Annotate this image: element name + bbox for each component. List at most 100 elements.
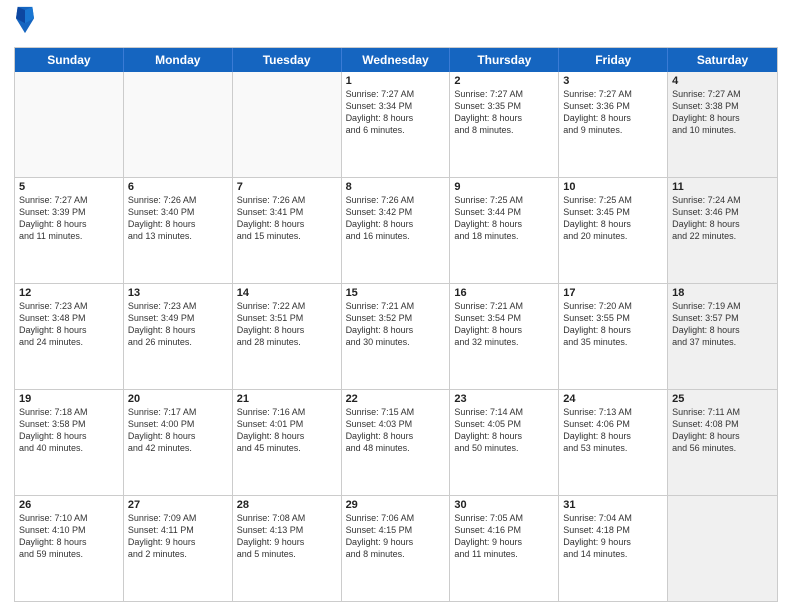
cal-cell-15: 15Sunrise: 7:21 AM Sunset: 3:52 PM Dayli… — [342, 284, 451, 389]
cal-cell-empty — [15, 72, 124, 177]
day-number: 18 — [672, 287, 773, 299]
day-info: Sunrise: 7:26 AM Sunset: 3:40 PM Dayligh… — [128, 194, 228, 243]
calendar-row-4: 26Sunrise: 7:10 AM Sunset: 4:10 PM Dayli… — [15, 496, 777, 601]
day-info: Sunrise: 7:20 AM Sunset: 3:55 PM Dayligh… — [563, 300, 663, 349]
day-number: 1 — [346, 75, 446, 87]
day-number: 22 — [346, 393, 446, 405]
day-info: Sunrise: 7:19 AM Sunset: 3:57 PM Dayligh… — [672, 300, 773, 349]
header-cell-sunday: Sunday — [15, 48, 124, 72]
header-cell-wednesday: Wednesday — [342, 48, 451, 72]
day-number: 12 — [19, 287, 119, 299]
day-info: Sunrise: 7:14 AM Sunset: 4:05 PM Dayligh… — [454, 406, 554, 455]
logo-icon — [16, 6, 34, 34]
day-info: Sunrise: 7:21 AM Sunset: 3:52 PM Dayligh… — [346, 300, 446, 349]
day-info: Sunrise: 7:24 AM Sunset: 3:46 PM Dayligh… — [672, 194, 773, 243]
cal-cell-31: 31Sunrise: 7:04 AM Sunset: 4:18 PM Dayli… — [559, 496, 668, 601]
calendar-header-row: SundayMondayTuesdayWednesdayThursdayFrid… — [15, 48, 777, 72]
cal-cell-30: 30Sunrise: 7:05 AM Sunset: 4:16 PM Dayli… — [450, 496, 559, 601]
day-info: Sunrise: 7:23 AM Sunset: 3:49 PM Dayligh… — [128, 300, 228, 349]
cal-cell-26: 26Sunrise: 7:10 AM Sunset: 4:10 PM Dayli… — [15, 496, 124, 601]
cal-cell-10: 10Sunrise: 7:25 AM Sunset: 3:45 PM Dayli… — [559, 178, 668, 283]
day-info: Sunrise: 7:25 AM Sunset: 3:44 PM Dayligh… — [454, 194, 554, 243]
day-info: Sunrise: 7:18 AM Sunset: 3:58 PM Dayligh… — [19, 406, 119, 455]
day-number: 19 — [19, 393, 119, 405]
header-cell-monday: Monday — [124, 48, 233, 72]
day-info: Sunrise: 7:27 AM Sunset: 3:36 PM Dayligh… — [563, 88, 663, 137]
cal-cell-14: 14Sunrise: 7:22 AM Sunset: 3:51 PM Dayli… — [233, 284, 342, 389]
cal-cell-13: 13Sunrise: 7:23 AM Sunset: 3:49 PM Dayli… — [124, 284, 233, 389]
day-number: 28 — [237, 499, 337, 511]
logo — [14, 10, 38, 39]
cal-cell-11: 11Sunrise: 7:24 AM Sunset: 3:46 PM Dayli… — [668, 178, 777, 283]
cal-cell-empty — [124, 72, 233, 177]
day-number: 16 — [454, 287, 554, 299]
calendar-row-3: 19Sunrise: 7:18 AM Sunset: 3:58 PM Dayli… — [15, 390, 777, 496]
calendar-row-2: 12Sunrise: 7:23 AM Sunset: 3:48 PM Dayli… — [15, 284, 777, 390]
day-number: 20 — [128, 393, 228, 405]
header-cell-saturday: Saturday — [668, 48, 777, 72]
day-info: Sunrise: 7:22 AM Sunset: 3:51 PM Dayligh… — [237, 300, 337, 349]
day-number: 10 — [563, 181, 663, 193]
cal-cell-19: 19Sunrise: 7:18 AM Sunset: 3:58 PM Dayli… — [15, 390, 124, 495]
day-info: Sunrise: 7:17 AM Sunset: 4:00 PM Dayligh… — [128, 406, 228, 455]
day-number: 31 — [563, 499, 663, 511]
day-number: 9 — [454, 181, 554, 193]
day-number: 6 — [128, 181, 228, 193]
cal-cell-28: 28Sunrise: 7:08 AM Sunset: 4:13 PM Dayli… — [233, 496, 342, 601]
day-number: 15 — [346, 287, 446, 299]
day-info: Sunrise: 7:26 AM Sunset: 3:41 PM Dayligh… — [237, 194, 337, 243]
day-number: 17 — [563, 287, 663, 299]
cal-cell-24: 24Sunrise: 7:13 AM Sunset: 4:06 PM Dayli… — [559, 390, 668, 495]
day-number: 27 — [128, 499, 228, 511]
cal-cell-6: 6Sunrise: 7:26 AM Sunset: 3:40 PM Daylig… — [124, 178, 233, 283]
day-info: Sunrise: 7:06 AM Sunset: 4:15 PM Dayligh… — [346, 512, 446, 561]
day-number: 4 — [672, 75, 773, 87]
day-info: Sunrise: 7:10 AM Sunset: 4:10 PM Dayligh… — [19, 512, 119, 561]
day-info: Sunrise: 7:27 AM Sunset: 3:35 PM Dayligh… — [454, 88, 554, 137]
day-info: Sunrise: 7:27 AM Sunset: 3:39 PM Dayligh… — [19, 194, 119, 243]
cal-cell-8: 8Sunrise: 7:26 AM Sunset: 3:42 PM Daylig… — [342, 178, 451, 283]
calendar: SundayMondayTuesdayWednesdayThursdayFrid… — [14, 47, 778, 602]
day-number: 30 — [454, 499, 554, 511]
calendar-body: 1Sunrise: 7:27 AM Sunset: 3:34 PM Daylig… — [15, 72, 777, 601]
day-info: Sunrise: 7:05 AM Sunset: 4:16 PM Dayligh… — [454, 512, 554, 561]
day-info: Sunrise: 7:27 AM Sunset: 3:34 PM Dayligh… — [346, 88, 446, 137]
calendar-row-1: 5Sunrise: 7:27 AM Sunset: 3:39 PM Daylig… — [15, 178, 777, 284]
cal-cell-4: 4Sunrise: 7:27 AM Sunset: 3:38 PM Daylig… — [668, 72, 777, 177]
day-number: 25 — [672, 393, 773, 405]
page: SundayMondayTuesdayWednesdayThursdayFrid… — [0, 0, 792, 612]
day-info: Sunrise: 7:16 AM Sunset: 4:01 PM Dayligh… — [237, 406, 337, 455]
day-number: 13 — [128, 287, 228, 299]
header-cell-friday: Friday — [559, 48, 668, 72]
day-info: Sunrise: 7:08 AM Sunset: 4:13 PM Dayligh… — [237, 512, 337, 561]
calendar-row-0: 1Sunrise: 7:27 AM Sunset: 3:34 PM Daylig… — [15, 72, 777, 178]
day-info: Sunrise: 7:15 AM Sunset: 4:03 PM Dayligh… — [346, 406, 446, 455]
day-info: Sunrise: 7:13 AM Sunset: 4:06 PM Dayligh… — [563, 406, 663, 455]
cal-cell-27: 27Sunrise: 7:09 AM Sunset: 4:11 PM Dayli… — [124, 496, 233, 601]
day-info: Sunrise: 7:25 AM Sunset: 3:45 PM Dayligh… — [563, 194, 663, 243]
cal-cell-18: 18Sunrise: 7:19 AM Sunset: 3:57 PM Dayli… — [668, 284, 777, 389]
cal-cell-23: 23Sunrise: 7:14 AM Sunset: 4:05 PM Dayli… — [450, 390, 559, 495]
day-info: Sunrise: 7:11 AM Sunset: 4:08 PM Dayligh… — [672, 406, 773, 455]
cal-cell-25: 25Sunrise: 7:11 AM Sunset: 4:08 PM Dayli… — [668, 390, 777, 495]
cal-cell-20: 20Sunrise: 7:17 AM Sunset: 4:00 PM Dayli… — [124, 390, 233, 495]
cal-cell-3: 3Sunrise: 7:27 AM Sunset: 3:36 PM Daylig… — [559, 72, 668, 177]
cal-cell-17: 17Sunrise: 7:20 AM Sunset: 3:55 PM Dayli… — [559, 284, 668, 389]
day-number: 7 — [237, 181, 337, 193]
day-number: 8 — [346, 181, 446, 193]
header-cell-thursday: Thursday — [450, 48, 559, 72]
cal-cell-9: 9Sunrise: 7:25 AM Sunset: 3:44 PM Daylig… — [450, 178, 559, 283]
cal-cell-16: 16Sunrise: 7:21 AM Sunset: 3:54 PM Dayli… — [450, 284, 559, 389]
day-info: Sunrise: 7:04 AM Sunset: 4:18 PM Dayligh… — [563, 512, 663, 561]
day-number: 5 — [19, 181, 119, 193]
cal-cell-7: 7Sunrise: 7:26 AM Sunset: 3:41 PM Daylig… — [233, 178, 342, 283]
day-number: 26 — [19, 499, 119, 511]
day-number: 29 — [346, 499, 446, 511]
header — [14, 10, 778, 39]
cal-cell-empty — [668, 496, 777, 601]
cal-cell-21: 21Sunrise: 7:16 AM Sunset: 4:01 PM Dayli… — [233, 390, 342, 495]
cal-cell-22: 22Sunrise: 7:15 AM Sunset: 4:03 PM Dayli… — [342, 390, 451, 495]
day-info: Sunrise: 7:09 AM Sunset: 4:11 PM Dayligh… — [128, 512, 228, 561]
cal-cell-29: 29Sunrise: 7:06 AM Sunset: 4:15 PM Dayli… — [342, 496, 451, 601]
cal-cell-empty — [233, 72, 342, 177]
